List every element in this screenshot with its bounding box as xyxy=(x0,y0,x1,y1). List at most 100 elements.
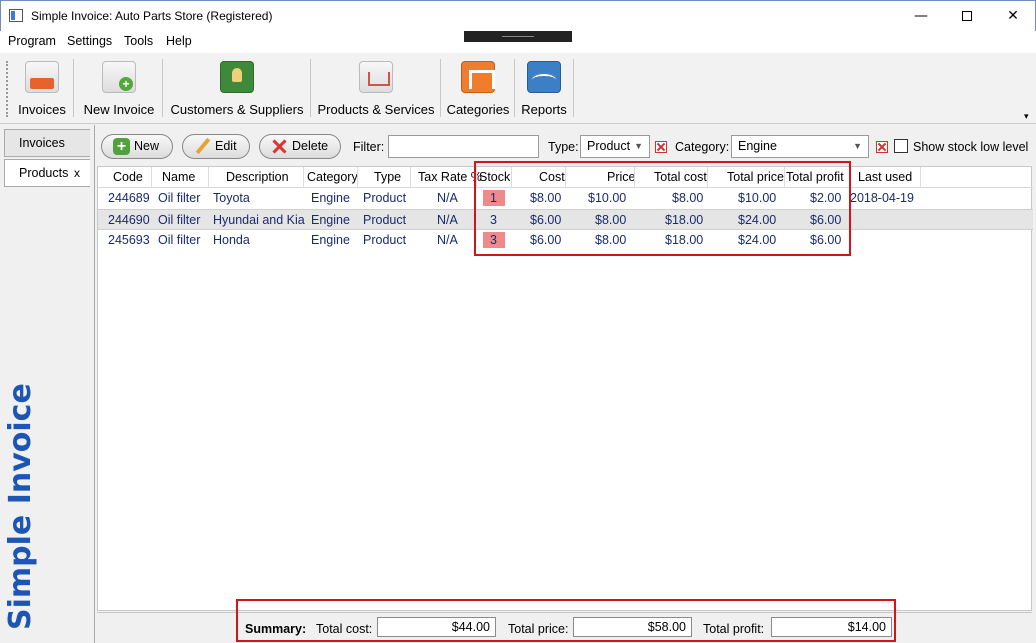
column-divider[interactable] xyxy=(920,167,921,187)
cell-tax-rate: N/A xyxy=(437,191,458,205)
brand-text: Simple Invoice xyxy=(3,383,38,630)
menu-settings[interactable]: Settings xyxy=(67,34,112,48)
pencil-icon xyxy=(194,138,211,155)
toolbar-separator xyxy=(310,59,311,117)
invoices-icon xyxy=(25,61,59,93)
col-tax-rate[interactable]: Tax Rate % xyxy=(418,170,482,184)
maximize-button[interactable] xyxy=(944,1,990,31)
filter-label: Filter: xyxy=(353,140,385,154)
tab-products-label: Products xyxy=(19,166,69,180)
cell-code: 244689 xyxy=(108,191,150,205)
cell-description: Hyundai and Kia xyxy=(213,213,305,227)
clear-category-icon[interactable] xyxy=(876,141,888,153)
delete-label: Delete xyxy=(292,139,329,153)
tab-invoices[interactable]: Invoices xyxy=(4,129,90,157)
shopping-cart-icon xyxy=(359,61,393,93)
toolbar-overflow-icon[interactable]: ▾ xyxy=(1024,111,1029,122)
new-label: New xyxy=(134,139,160,153)
col-name[interactable]: Name xyxy=(162,170,195,184)
col-last-used[interactable]: Last used xyxy=(858,170,912,184)
filter-input[interactable] xyxy=(388,135,539,158)
toolbar-separator xyxy=(514,59,515,117)
type-value: Product xyxy=(587,139,631,153)
clear-type-icon[interactable] xyxy=(655,141,667,153)
menu-program[interactable]: Program xyxy=(8,34,56,48)
type-select[interactable]: Product ▼ xyxy=(580,135,650,158)
maximize-icon xyxy=(962,11,972,21)
new-invoice-button[interactable]: New Invoice xyxy=(80,57,158,119)
plus-icon xyxy=(113,135,130,158)
cell-category: Engine xyxy=(311,213,350,227)
col-type[interactable]: Type xyxy=(374,170,401,184)
toolbar-grip[interactable] xyxy=(6,61,9,117)
category-value: Engine xyxy=(738,139,777,153)
cell-name: Oil filter xyxy=(158,213,201,227)
reports-label: Reports xyxy=(521,102,567,117)
cell-description: Toyota xyxy=(213,191,250,205)
toolbar: Invoices New Invoice Customers & Supplie… xyxy=(0,53,1036,124)
cell-type: Product xyxy=(363,213,407,227)
stock-low-checkbox[interactable] xyxy=(894,139,908,153)
col-description[interactable]: Description xyxy=(226,170,289,184)
column-divider[interactable] xyxy=(303,167,304,187)
toolbar-separator xyxy=(440,59,441,117)
chart-icon xyxy=(527,61,561,93)
column-divider[interactable] xyxy=(357,167,358,187)
close-button[interactable]: ✕ xyxy=(990,1,1036,31)
cell-tax-rate: N/A xyxy=(437,213,458,227)
customers-suppliers-button[interactable]: Customers & Suppliers xyxy=(166,57,308,119)
products-services-label: Products & Services xyxy=(317,102,435,117)
column-divider[interactable] xyxy=(208,167,209,187)
products-services-button[interactable]: Products & Services xyxy=(314,57,438,119)
app-icon xyxy=(9,9,23,22)
menu-help[interactable]: Help xyxy=(166,34,192,48)
cell-name: Oil filter xyxy=(158,233,201,247)
col-code[interactable]: Code xyxy=(113,170,143,184)
delete-button[interactable]: Delete xyxy=(259,134,341,159)
invoices-label: Invoices xyxy=(18,102,66,117)
menu-tools[interactable]: Tools xyxy=(124,34,153,48)
customers-suppliers-label: Customers & Suppliers xyxy=(170,102,304,117)
cell-tax-rate: N/A xyxy=(437,233,458,247)
tab-close-icon[interactable]: x xyxy=(74,160,80,186)
drag-handle[interactable] xyxy=(464,31,572,42)
cell-type: Product xyxy=(363,233,407,247)
cell-category: Engine xyxy=(311,233,350,247)
minimize-button[interactable]: — xyxy=(898,1,944,31)
hierarchy-icon xyxy=(461,61,495,93)
toolbar-separator xyxy=(162,59,163,117)
column-divider[interactable] xyxy=(151,167,152,187)
address-book-icon xyxy=(220,61,254,93)
highlight-box-stock-columns xyxy=(474,161,851,256)
type-label: Type: xyxy=(548,140,579,154)
window-title: Simple Invoice: Auto Parts Store (Regist… xyxy=(31,9,273,23)
edit-button[interactable]: Edit xyxy=(182,134,250,159)
cell-code: 245693 xyxy=(108,233,150,247)
category-select[interactable]: Engine ▼ xyxy=(731,135,869,158)
category-label: Category: xyxy=(675,140,730,154)
col-category[interactable]: Category xyxy=(307,170,358,184)
cell-description: Honda xyxy=(213,233,250,247)
cell-category: Engine xyxy=(311,191,350,205)
new-invoice-label: New Invoice xyxy=(83,102,155,117)
categories-button[interactable]: Categories xyxy=(444,57,512,119)
column-divider[interactable] xyxy=(410,167,411,187)
reports-button[interactable]: Reports xyxy=(518,57,570,119)
filter-bar: New Edit Delete Filter: Type: Product ▼ … xyxy=(95,125,1035,166)
cell-last-used: 2018-04-19 xyxy=(850,191,914,205)
chevron-down-icon: ▼ xyxy=(853,141,862,151)
chevron-down-icon: ▼ xyxy=(634,141,643,151)
highlight-box-summary xyxy=(236,599,896,642)
tab-products[interactable]: Products x xyxy=(4,159,90,187)
cell-code: 244690 xyxy=(108,213,150,227)
new-button[interactable]: New xyxy=(101,134,173,159)
categories-label: Categories xyxy=(446,102,510,117)
toolbar-separator xyxy=(573,59,574,117)
toolbar-separator xyxy=(73,59,74,117)
cell-type: Product xyxy=(363,191,407,205)
brand-logo: Simple Invoice xyxy=(3,383,53,635)
invoices-button[interactable]: Invoices xyxy=(14,57,70,119)
side-panel: Invoices Products x Simple Invoice xyxy=(0,125,94,643)
new-invoice-icon xyxy=(102,61,136,93)
tab-invoices-label: Invoices xyxy=(19,136,65,150)
